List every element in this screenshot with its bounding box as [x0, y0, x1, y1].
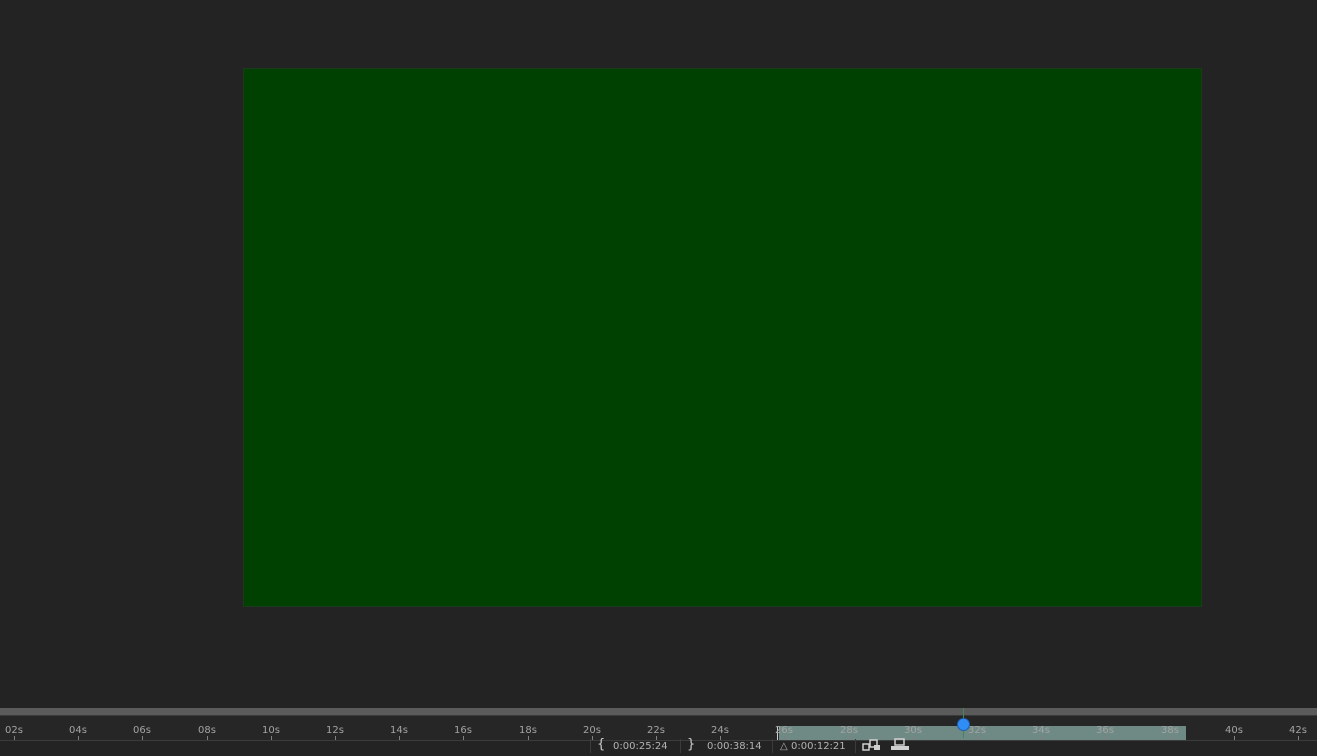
separator: [680, 739, 681, 753]
current-time-indicator[interactable]: [958, 719, 969, 730]
right-brace-icon: }: [687, 737, 696, 752]
composition-viewer[interactable]: [0, 0, 1317, 708]
time-navigator-bar[interactable]: [0, 708, 1317, 716]
separator: [590, 739, 591, 753]
timeline-navigator[interactable]: 02s 04s 06s 08s 10s 12s 14s 16s 18s 20s 22s 24s 26s 2…: [0, 708, 1317, 756]
work-area-end-time[interactable]: 0:00:38:14: [707, 741, 762, 753]
duration-prefix-icon: △: [780, 741, 788, 752]
fast-preview-icon[interactable]: [862, 738, 882, 752]
output-module-icon[interactable]: [890, 738, 910, 752]
separator: [772, 739, 773, 753]
work-area-duration[interactable]: 0:00:12:21: [791, 741, 846, 753]
work-area-start-time[interactable]: 0:00:25:24: [613, 741, 668, 753]
separator: [855, 739, 856, 753]
status-bar: { 0:00:25:24 } 0:00:38:14 △ 0:00:12:21: [0, 734, 1317, 756]
left-brace-icon: {: [597, 737, 606, 752]
composition-frame[interactable]: [243, 68, 1202, 607]
